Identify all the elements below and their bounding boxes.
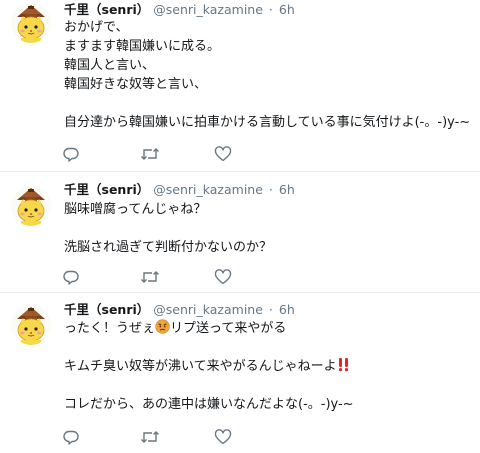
user-handle[interactable]: @senri_kazamine xyxy=(153,2,263,17)
tweet-line: 自分達から韓国嫌いに拍車かける言動している事に気付けよ(-。-)y-~ xyxy=(64,115,471,130)
tweet-text-segment: ったく！うぜぇ xyxy=(64,321,156,336)
retweet-button[interactable] xyxy=(140,268,162,288)
retweet-icon xyxy=(141,431,159,443)
reply-button[interactable] xyxy=(62,428,84,448)
tweet-line: 洗脳され過ぎて判断付かないのか？ xyxy=(64,240,273,255)
avatar[interactable] xyxy=(11,3,51,43)
tweet-header: 千里（senri） @senri_kazamine · 6h xyxy=(64,301,472,319)
timestamp[interactable]: 6h xyxy=(279,302,295,317)
retweet-button[interactable] xyxy=(140,145,162,165)
tweet[interactable]: 千里（senri） @senri_kazamine · 6h おかげで、 ますま… xyxy=(0,0,480,172)
reply-icon xyxy=(63,147,79,162)
tweet-text-segment: キムチ臭い奴等が沸いて来やがるんじゃねーよ xyxy=(64,359,337,374)
heart-icon xyxy=(214,429,232,445)
display-name[interactable]: 千里（senri） xyxy=(64,302,149,317)
tweet-line: 韓国人と言い、 xyxy=(64,58,156,73)
user-handle[interactable]: @senri_kazamine xyxy=(153,182,263,197)
tweet-line: コレだから、あの連中は嫌いなんだよな(-。-)y-~ xyxy=(64,397,354,412)
tweet-line: キムチ臭い奴等が沸いて来やがるんじゃねーよ xyxy=(64,357,472,376)
tweet-actions xyxy=(62,145,262,165)
tweet-line: ますます韓国嫌いに成る。 xyxy=(64,39,221,54)
separator-dot: · xyxy=(268,2,273,17)
heart-icon xyxy=(214,146,232,162)
shimanekko-mascot-icon xyxy=(11,3,51,43)
tweet-text: 脳味噌腐ってんじゃね？ 洗脳され過ぎて判断付かないのか？ xyxy=(64,200,472,257)
reply-icon xyxy=(63,430,79,445)
tweet-timeline: 千里（senri） @senri_kazamine · 6h おかげで、 ますま… xyxy=(0,0,480,453)
separator-dot: · xyxy=(268,182,273,197)
separator-dot: · xyxy=(268,302,273,317)
tweet-text-segment: リプ送って来やがる xyxy=(170,321,287,336)
tweet-text: おかげで、 ますます韓国嫌いに成る。 韓国人と言い、 韓国好きな奴等と言い、 自… xyxy=(64,18,472,132)
tweet-header: 千里（senri） @senri_kazamine · 6h xyxy=(64,1,472,19)
reply-button[interactable] xyxy=(62,268,84,288)
tweet-line: 韓国好きな奴等と言い、 xyxy=(64,77,208,92)
tweet[interactable]: 千里（senri） @senri_kazamine · 6h 脳味噌腐ってんじゃ… xyxy=(0,172,480,293)
retweet-icon xyxy=(141,148,159,160)
timestamp[interactable]: 6h xyxy=(279,182,295,197)
tweet-line: 脳味噌腐ってんじゃね？ xyxy=(64,202,207,217)
tweet[interactable]: 千里（senri） @senri_kazamine · 6h ったく！うぜぇ リプ… xyxy=(0,293,480,453)
like-button[interactable] xyxy=(214,268,236,288)
reply-button[interactable] xyxy=(62,145,84,165)
user-handle[interactable]: @senri_kazamine xyxy=(153,302,263,317)
reply-icon xyxy=(63,270,79,285)
double-exclamation-emoji-icon xyxy=(337,357,350,378)
like-button[interactable] xyxy=(214,428,236,448)
shimanekko-mascot-icon xyxy=(11,186,51,226)
heart-icon xyxy=(214,269,232,285)
retweet-button[interactable] xyxy=(140,428,162,448)
tweet-line: ったく！うぜぇ リプ送って来やがる xyxy=(64,319,472,338)
display-name[interactable]: 千里（senri） xyxy=(64,182,149,197)
timestamp[interactable]: 6h xyxy=(279,2,295,17)
tweet-actions xyxy=(62,268,262,288)
tweet-line: おかげで、 xyxy=(64,20,129,35)
tweet-text: ったく！うぜぇ リプ送って来やがる キムチ臭い奴等が沸いて来やがるんじゃねーよ コ… xyxy=(64,319,472,414)
retweet-icon xyxy=(141,271,159,283)
tweet-header: 千里（senri） @senri_kazamine · 6h xyxy=(64,181,472,199)
avatar[interactable] xyxy=(11,186,51,226)
display-name[interactable]: 千里（senri） xyxy=(64,2,149,17)
avatar[interactable] xyxy=(11,305,51,345)
tweet-actions xyxy=(62,428,262,448)
like-button[interactable] xyxy=(214,145,236,165)
angry-face-emoji-icon xyxy=(155,319,170,340)
shimanekko-mascot-icon xyxy=(11,305,51,345)
